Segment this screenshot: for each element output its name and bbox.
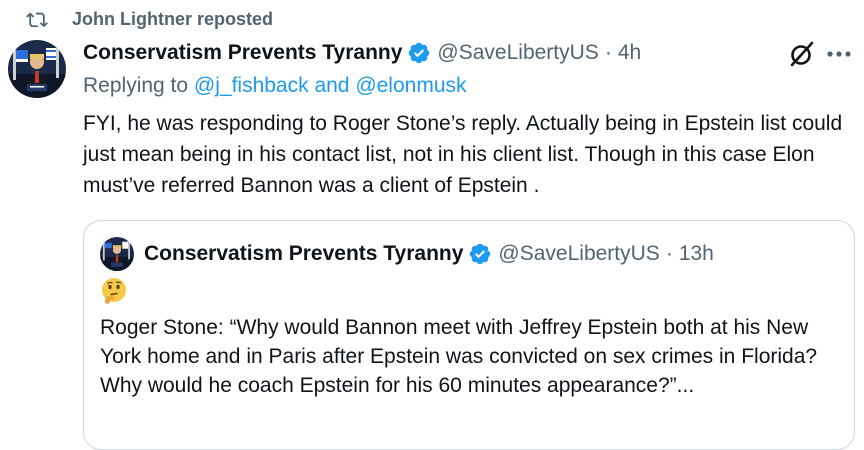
quoted-tweet-card[interactable]: Conservatism Prevents Tyranny @SaveLiber… [83, 220, 855, 450]
repost-indicator[interactable]: John Lightner reposted [26, 8, 273, 30]
avatar-image [8, 40, 66, 98]
thinking-face-emoji-icon [102, 278, 126, 304]
quoted-tweet-header: Conservatism Prevents Tyranny @SaveLiber… [100, 237, 714, 271]
reply-mentions[interactable]: @j_fishback and @elonmusk [194, 74, 467, 97]
quoted-author-handle[interactable]: @SaveLibertyUS [498, 242, 659, 266]
author-avatar[interactable] [8, 40, 66, 98]
author-name[interactable]: Conservatism Prevents Tyranny [83, 41, 402, 65]
reply-prefix: Replying to [83, 74, 194, 97]
quoted-tweet-text: Roger Stone: “Why would Bannon meet with… [100, 316, 818, 397]
quoted-avatar-image [100, 237, 134, 271]
verified-badge-icon[interactable] [407, 41, 431, 65]
quoted-author-name[interactable]: Conservatism Prevents Tyranny [144, 242, 463, 266]
tweet-timestamp[interactable]: 4h [618, 41, 641, 65]
author-handle[interactable]: @SaveLibertyUS [437, 41, 598, 65]
more-icon[interactable] [826, 50, 852, 58]
separator-dot: · [604, 41, 612, 64]
repost-label[interactable]: John Lightner reposted [72, 9, 273, 30]
tweet-text: FYI, he was responding to Roger Stone’s … [83, 112, 843, 197]
tweet-header: Conservatism Prevents Tyranny @SaveLiber… [83, 38, 641, 68]
verified-badge-icon[interactable] [468, 242, 492, 266]
grok-icon[interactable] [789, 40, 815, 68]
quoted-tweet-timestamp[interactable]: 13h [679, 242, 714, 266]
repost-icon [26, 12, 48, 28]
reply-context: Replying to @j_fishback and @elonmusk [83, 74, 467, 98]
quoted-separator-dot: · [665, 242, 673, 265]
quoted-author-avatar[interactable] [100, 237, 134, 271]
